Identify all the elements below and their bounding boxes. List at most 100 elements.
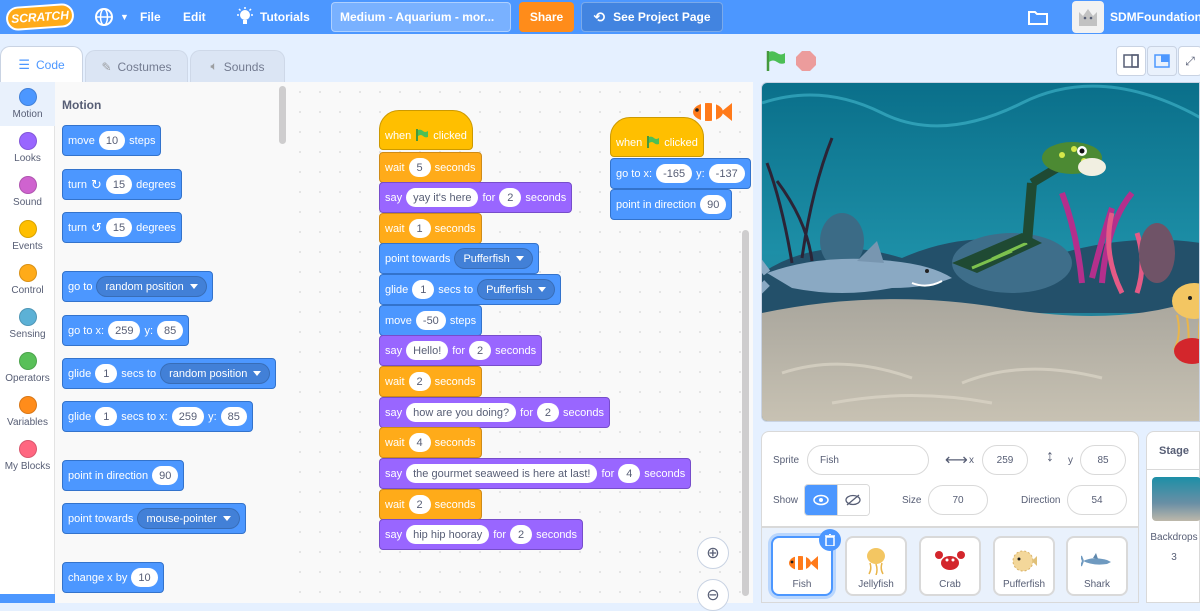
when-flag-clicked-hat[interactable]: when clicked	[379, 110, 473, 150]
value-field[interactable]: 1	[412, 280, 435, 299]
add-extension-button[interactable]	[0, 594, 55, 603]
value-field[interactable]: 15	[105, 218, 133, 237]
message-field[interactable]: Hello!	[406, 341, 449, 360]
y-field[interactable]: 85	[220, 407, 247, 426]
x-position-input[interactable]: 259	[982, 445, 1028, 475]
go-to-xy-block[interactable]: go to x: -165 y: -137	[610, 158, 751, 189]
x-field[interactable]: 259	[108, 321, 141, 340]
category-motion[interactable]: Motion	[0, 82, 55, 126]
green-flag-button[interactable]	[765, 50, 787, 75]
value-field[interactable]: 4	[408, 433, 431, 452]
point-in-direction-block[interactable]: point in direction 90	[62, 460, 185, 491]
wait-block[interactable]: wait 5 seconds	[379, 152, 482, 183]
normal-stage-button[interactable]	[1147, 46, 1177, 76]
y-field[interactable]: 85	[157, 321, 184, 340]
go-to-xy-block[interactable]: go to x: 259 y: 85	[62, 315, 190, 346]
scratch-logo[interactable]: SCRATCH	[5, 2, 75, 32]
say-for-block[interactable]: say hip hip hooray for 2 seconds	[379, 519, 584, 550]
point-towards-block[interactable]: point towards mouse-pointer	[62, 503, 246, 534]
glide-to-block[interactable]: glide 1 secs to Pufferfish	[379, 274, 562, 305]
tutorials-button[interactable]: Tutorials	[236, 0, 310, 34]
value-field[interactable]: 90	[152, 466, 179, 485]
glide-xy-block[interactable]: glide 1 secs to x: 259 y: 85	[62, 401, 253, 432]
workspace-scrollbar[interactable]	[742, 230, 749, 596]
value-field[interactable]: 10	[131, 568, 158, 587]
fullscreen-button[interactable]: ⤢	[1178, 46, 1200, 76]
file-menu[interactable]: File	[140, 0, 161, 34]
target-dropdown[interactable]: mouse-pointer	[137, 508, 240, 529]
category-events[interactable]: Events	[0, 214, 55, 258]
wait-block[interactable]: wait 2 seconds	[379, 366, 482, 397]
target-dropdown[interactable]: random position	[96, 276, 207, 297]
direction-input[interactable]: 54	[1067, 485, 1127, 515]
tab-code[interactable]: ☰ Code	[0, 46, 83, 82]
turn-left-block[interactable]: turn ↺ 15 degrees	[62, 212, 182, 243]
target-dropdown[interactable]: Pufferfish	[454, 248, 533, 269]
category-my-blocks[interactable]: My Blocks	[0, 434, 55, 478]
sprite-name-input[interactable]: Fish	[807, 445, 929, 475]
point-in-direction-block[interactable]: point in direction 90	[610, 189, 733, 220]
target-dropdown[interactable]: Pufferfish	[477, 279, 556, 300]
move-steps-block[interactable]: move 10 steps	[62, 125, 162, 156]
value-field[interactable]: 2	[408, 372, 431, 391]
see-project-page-button[interactable]: ⟲ See Project Page	[581, 2, 723, 32]
edit-menu[interactable]: Edit	[183, 0, 206, 34]
message-field[interactable]: hip hip hooray	[406, 525, 490, 544]
value-field[interactable]: -50	[415, 311, 446, 330]
value-field[interactable]: 4	[618, 464, 641, 483]
stop-button[interactable]	[796, 51, 816, 71]
zoom-out-button[interactable]: ⊖	[697, 579, 729, 611]
value-field[interactable]: 90	[700, 195, 727, 214]
show-sprite-button[interactable]	[805, 485, 837, 515]
say-for-block[interactable]: say Hello! for 2 seconds	[379, 335, 543, 366]
move-steps-block[interactable]: move -50 steps	[379, 305, 483, 336]
value-field[interactable]: 2	[536, 403, 559, 422]
sprite-item-crab[interactable]: Crab	[919, 536, 981, 596]
when-flag-clicked-hat[interactable]: when clicked	[610, 117, 704, 157]
tab-costumes[interactable]: ✎ Costumes	[85, 50, 188, 82]
value-field[interactable]: 10	[98, 131, 126, 150]
zoom-in-button[interactable]: ⊕	[697, 537, 729, 569]
category-operators[interactable]: Operators	[0, 346, 55, 390]
go-to-block[interactable]: go to random position	[62, 271, 213, 302]
point-towards-block[interactable]: point towards Pufferfish	[379, 243, 539, 274]
y-field[interactable]: -137	[708, 164, 745, 183]
category-control[interactable]: Control	[0, 258, 55, 302]
sprite-item-shark[interactable]: Shark	[1066, 536, 1128, 596]
value-field[interactable]: 5	[408, 158, 431, 177]
delete-sprite-button[interactable]	[819, 529, 841, 551]
project-title-input[interactable]: Medium - Aquarium - mor...	[331, 2, 511, 32]
sprite-item-jellyfish[interactable]: Jellyfish	[845, 536, 907, 596]
wait-block[interactable]: wait 1 seconds	[379, 213, 482, 244]
target-dropdown[interactable]: random position	[160, 363, 271, 384]
hide-sprite-button[interactable]	[836, 485, 869, 515]
stage-canvas[interactable]	[761, 82, 1200, 422]
message-field[interactable]: the gourmet seaweed is here at last!	[406, 464, 598, 483]
category-looks[interactable]: Looks	[0, 126, 55, 170]
language-menu[interactable]: ▼	[94, 0, 129, 34]
code-workspace[interactable]: when clicked wait 5 seconds say yay it's he…	[290, 82, 753, 611]
change-x-block[interactable]: change x by 10	[62, 562, 164, 593]
value-field[interactable]: 1	[408, 219, 431, 238]
value-field[interactable]: 2	[499, 188, 522, 207]
y-position-input[interactable]: 85	[1080, 445, 1126, 475]
account-menu[interactable]: SDMFoundation	[1072, 0, 1200, 34]
sprite-item-pufferfish[interactable]: Pufferfish	[993, 536, 1055, 596]
value-field[interactable]: 1	[95, 364, 118, 383]
tab-sounds[interactable]: 🔈︎ Sounds	[190, 50, 285, 82]
value-field[interactable]: 1	[95, 407, 118, 426]
turn-right-block[interactable]: turn ↻ 15 degrees	[62, 169, 182, 200]
category-variables[interactable]: Variables	[0, 390, 55, 434]
message-field[interactable]: how are you doing?	[406, 403, 517, 422]
x-field[interactable]: 259	[171, 407, 205, 426]
small-stage-button[interactable]	[1116, 46, 1146, 76]
value-field[interactable]: 15	[105, 175, 133, 194]
category-sound[interactable]: Sound	[0, 170, 55, 214]
category-sensing[interactable]: Sensing	[0, 302, 55, 346]
say-for-block[interactable]: say the gourmet seaweed is here at last! f…	[379, 458, 692, 489]
value-field[interactable]: 2	[469, 341, 492, 360]
flyout-scrollbar[interactable]	[279, 86, 286, 144]
value-field[interactable]: 2	[510, 525, 533, 544]
say-for-block[interactable]: say yay it's here for 2 seconds	[379, 182, 573, 213]
glide-to-block[interactable]: glide 1 secs to random position	[62, 358, 277, 389]
